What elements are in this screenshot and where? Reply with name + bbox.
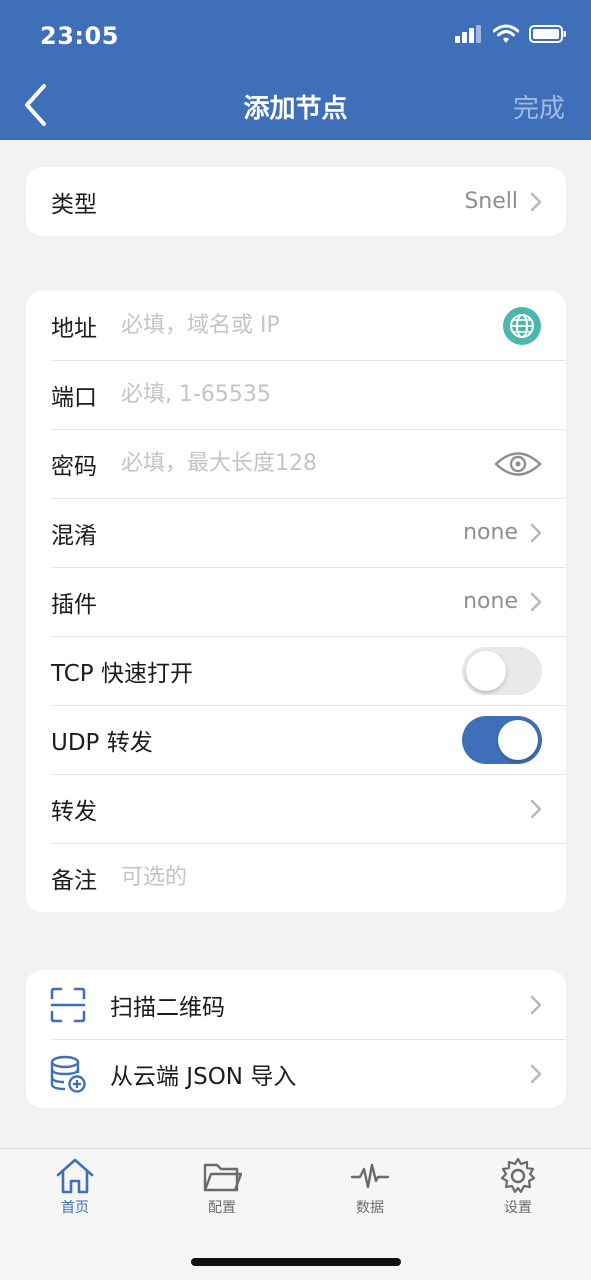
note-row: 备注: [26, 843, 566, 912]
chevron-right-icon: [530, 192, 542, 211]
status-icons: [455, 24, 567, 44]
tab-settings-label: 设置: [504, 1200, 532, 1216]
home-icon: [56, 1158, 94, 1194]
password-row: 密码: [26, 429, 566, 498]
password-input[interactable]: [121, 451, 486, 476]
plugin-label: 插件: [51, 591, 97, 618]
type-value: Snell: [464, 189, 518, 214]
tcp-fast-open-toggle[interactable]: [462, 646, 542, 695]
chevron-right-icon: [530, 799, 542, 818]
tab-settings[interactable]: 设置: [468, 1157, 568, 1223]
chevron-right-icon: [530, 995, 542, 1014]
chevron-right-icon: [530, 1064, 542, 1083]
tcp-fast-open-row: TCP 快速打开: [26, 636, 566, 705]
type-label: 类型: [51, 191, 97, 218]
page-title: 添加节点: [243, 94, 348, 124]
eye-icon[interactable]: [494, 449, 542, 479]
obfs-value: none: [463, 520, 518, 545]
note-input[interactable]: [121, 865, 542, 890]
tab-config-label: 配置: [208, 1200, 236, 1216]
tab-home[interactable]: 首页: [25, 1157, 125, 1223]
scan-qr-row[interactable]: 扫描二维码: [26, 970, 566, 1039]
obfs-row[interactable]: 混淆 none: [26, 498, 566, 567]
tab-config[interactable]: 配置: [172, 1157, 272, 1223]
node-form-card: 地址 端口 密码 混淆 none 插件 none: [26, 291, 566, 912]
password-label: 密码: [51, 453, 97, 480]
plugin-value: none: [463, 589, 518, 614]
toggle-knob: [498, 719, 538, 760]
globe-icon[interactable]: [502, 306, 542, 346]
address-input[interactable]: [121, 313, 494, 338]
plugin-row[interactable]: 插件 none: [26, 567, 566, 636]
address-row: 地址: [26, 291, 566, 360]
chevron-right-icon: [530, 592, 542, 611]
status-time: 23:05: [40, 22, 119, 50]
note-label: 备注: [51, 867, 97, 894]
forward-row[interactable]: 转发: [26, 774, 566, 843]
forward-label: 转发: [51, 798, 97, 825]
toggle-knob: [466, 650, 506, 691]
obfs-label: 混淆: [51, 522, 97, 549]
wifi-icon: [493, 24, 519, 43]
type-card: 类型 Snell: [26, 167, 566, 236]
database-add-icon: [50, 1055, 86, 1093]
home-indicator: [191, 1258, 401, 1266]
activity-icon: [350, 1163, 390, 1189]
scan-icon: [50, 987, 86, 1022]
import-actions-card: 扫描二维码 从云端 JSON 导入: [26, 970, 566, 1108]
udp-relay-toggle[interactable]: [462, 715, 542, 764]
tab-home-label: 首页: [61, 1200, 89, 1216]
status-bar: 23:05: [0, 0, 591, 70]
gear-icon: [500, 1157, 536, 1194]
done-button[interactable]: 完成: [513, 88, 565, 125]
cellular-signal-icon: [455, 25, 481, 43]
address-label: 地址: [51, 315, 97, 342]
folder-icon: [203, 1163, 242, 1192]
type-row[interactable]: 类型 Snell: [26, 167, 566, 236]
scan-qr-label: 扫描二维码: [110, 994, 225, 1021]
navigation-bar: 添加节点 完成: [0, 70, 591, 140]
port-label: 端口: [51, 384, 97, 411]
tcp-fast-open-label: TCP 快速打开: [51, 660, 193, 687]
import-json-row[interactable]: 从云端 JSON 导入: [26, 1039, 566, 1108]
tab-data-label: 数据: [356, 1200, 384, 1216]
port-row: 端口: [26, 360, 566, 429]
battery-icon: [529, 25, 566, 43]
udp-relay-row: UDP 转发: [26, 705, 566, 774]
import-json-label: 从云端 JSON 导入: [110, 1063, 297, 1090]
chevron-right-icon: [530, 523, 542, 542]
tab-data[interactable]: 数据: [320, 1157, 420, 1223]
port-input[interactable]: [121, 382, 542, 407]
udp-relay-label: UDP 转发: [51, 729, 153, 756]
